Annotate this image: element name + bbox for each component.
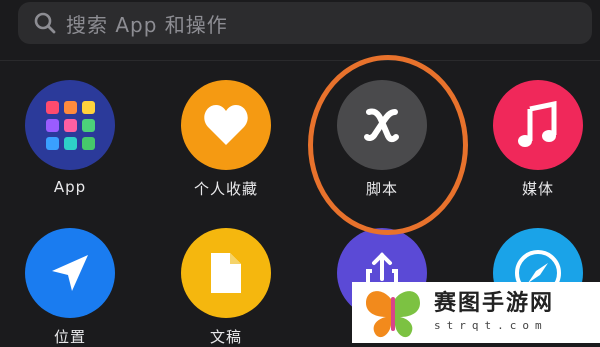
highlight-circle: [308, 55, 468, 235]
app-grid-icon: [25, 80, 115, 170]
search-icon: [34, 12, 56, 34]
document-icon: [181, 228, 271, 318]
category-label: 文稿: [209, 328, 242, 346]
watermark-title: 赛图手游网: [434, 291, 555, 316]
heart-icon: [181, 80, 271, 170]
search-bar[interactable]: 搜索 App 和操作: [18, 2, 592, 44]
location-arrow-icon: [25, 228, 115, 318]
watermark: 赛图手游网 strqt.com: [352, 282, 600, 343]
divider: [0, 60, 600, 61]
category-location[interactable]: 位置: [10, 228, 130, 347]
category-label: App: [53, 178, 87, 196]
category-label: 个人收藏: [193, 180, 258, 198]
category-label: 位置: [53, 328, 86, 346]
butterfly-logo-icon: [366, 290, 420, 337]
category-favorites[interactable]: 个人收藏: [166, 80, 286, 199]
category-documents[interactable]: 文稿: [166, 228, 286, 347]
category-label: 媒体: [521, 180, 554, 198]
category-media[interactable]: 媒体: [478, 80, 598, 199]
search-placeholder: 搜索 App 和操作: [66, 12, 228, 37]
music-note-icon: [493, 80, 583, 170]
watermark-subtitle: strqt.com: [434, 319, 548, 332]
category-app[interactable]: App: [10, 80, 130, 196]
